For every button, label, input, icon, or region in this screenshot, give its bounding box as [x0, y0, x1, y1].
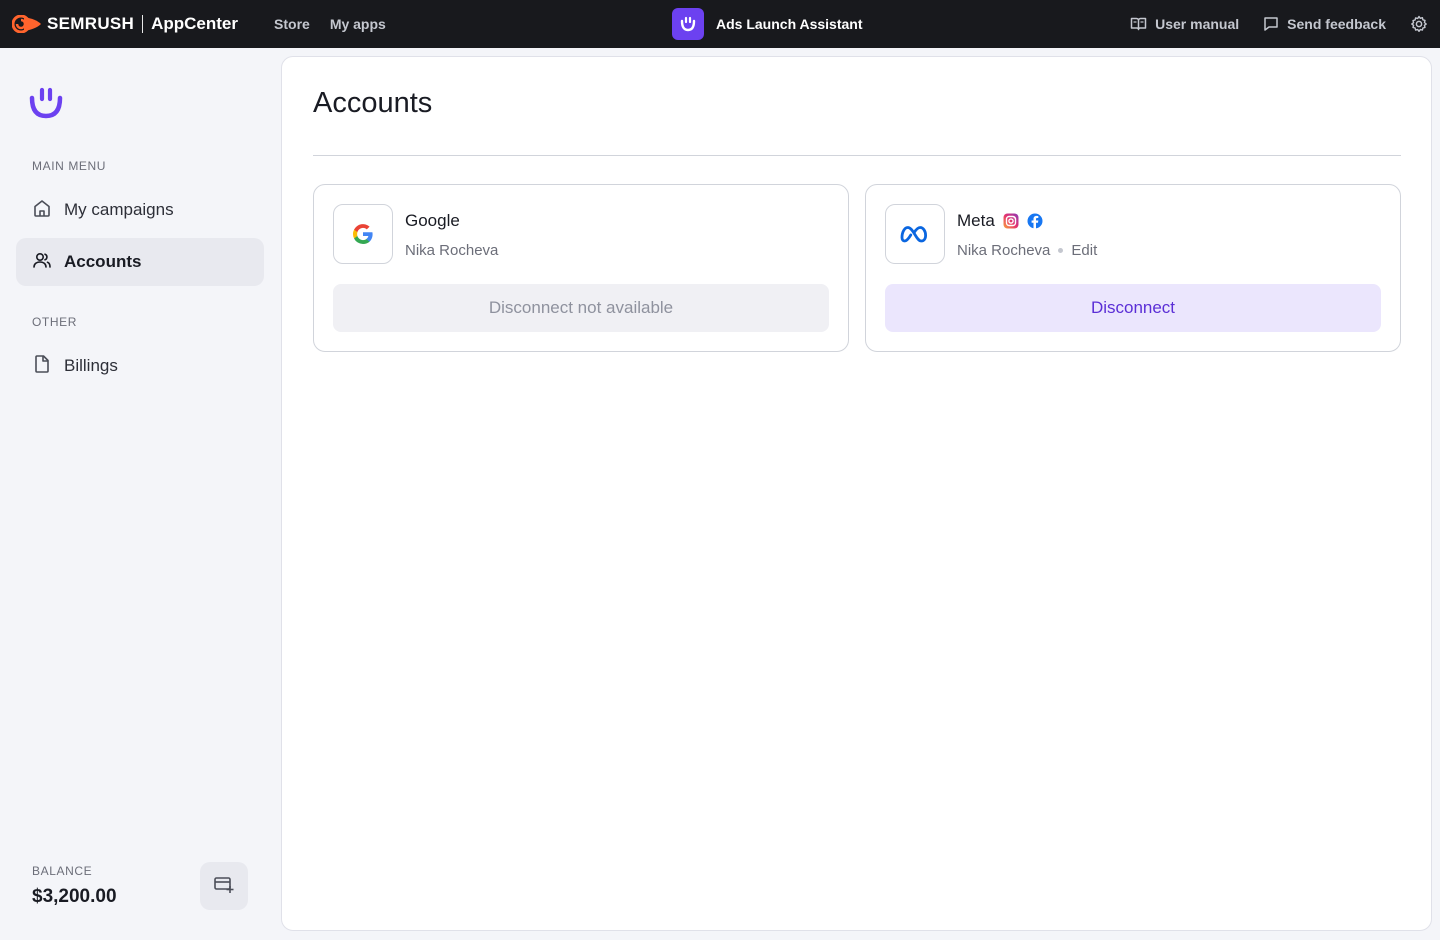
balance-value: $3,200.00 — [32, 886, 117, 907]
sidebar: MAIN MENU My campaigns Accounts OTHER Bi… — [0, 48, 280, 940]
meta-disconnect-button[interactable]: Disconnect — [885, 284, 1381, 332]
sidebar-item-my-campaigns[interactable]: My campaigns — [16, 186, 264, 234]
app-header: Ads Launch Assistant — [672, 8, 863, 40]
sidebar-item-billings[interactable]: Billings — [16, 342, 264, 390]
send-feedback-link[interactable]: Send feedback — [1263, 16, 1386, 32]
meta-account-owner: Nika Rocheva — [957, 242, 1051, 259]
meta-account-card: Meta Nika Rocheva Edit Disconnect — [865, 184, 1401, 352]
account-owner: Nika Rocheva — [405, 242, 498, 259]
home-icon — [32, 198, 52, 223]
brand-app-name: AppCenter — [151, 14, 239, 33]
semrush-logo-icon — [12, 14, 44, 34]
facebook-icon — [1027, 213, 1043, 229]
top-right-actions: User manual Send feedback — [1130, 0, 1428, 48]
user-manual-link[interactable]: User manual — [1130, 16, 1239, 32]
sidebar-item-accounts[interactable]: Accounts — [16, 238, 264, 286]
app-title: Ads Launch Assistant — [716, 16, 863, 32]
meta-edit-link[interactable]: Edit — [1071, 242, 1097, 259]
chat-icon — [1263, 16, 1279, 32]
balance-label: BALANCE — [32, 864, 93, 878]
nav-my-apps-link[interactable]: My apps — [330, 16, 386, 32]
other-heading: OTHER — [32, 315, 77, 329]
app-logo-icon — [672, 8, 704, 40]
app-smile-logo-icon[interactable] — [28, 86, 64, 125]
user-manual-label: User manual — [1155, 16, 1240, 32]
main-menu-heading: MAIN MENU — [32, 159, 107, 173]
google-account-card: Google Nika Rocheva Disconnect not avail… — [313, 184, 849, 352]
top-nav: Store My apps — [274, 16, 386, 32]
sidebar-item-label: My campaigns — [64, 200, 174, 219]
sidebar-item-label: Billings — [64, 356, 118, 375]
google-account-owner: Nika Rocheva — [405, 242, 499, 259]
account-name: Google — [405, 211, 460, 231]
document-icon — [32, 354, 52, 379]
google-account-title: Google — [405, 211, 460, 230]
users-icon — [32, 250, 52, 275]
card-add-icon — [213, 874, 235, 899]
main-panel: Accounts Google Nika Rocheva Disconnect … — [281, 56, 1432, 931]
account-name: Meta — [957, 211, 1043, 231]
account-owner: Nika Rocheva Edit — [957, 242, 1097, 259]
sidebar-item-label: Accounts — [64, 252, 142, 271]
google-logo-icon — [333, 204, 393, 264]
instagram-icon — [1003, 213, 1019, 229]
title-divider — [313, 155, 1401, 156]
brand-name: SEMRUSH — [47, 14, 135, 33]
meta-logo-icon — [885, 204, 945, 264]
top-up-balance-button[interactable] — [200, 862, 248, 910]
book-icon — [1130, 16, 1147, 32]
settings-button[interactable] — [1410, 15, 1428, 33]
google-disconnect-button: Disconnect not available — [333, 284, 829, 332]
top-bar: SEMRUSH AppCenter Store My apps Ads Laun… — [0, 0, 1440, 48]
separator-dot — [1058, 248, 1064, 253]
nav-store-link[interactable]: Store — [274, 16, 310, 32]
page-title: Accounts — [313, 87, 433, 119]
meta-account-title: Meta — [957, 211, 995, 230]
semrush-brand[interactable]: SEMRUSH AppCenter — [12, 0, 238, 48]
brand-separator — [142, 15, 144, 33]
send-feedback-label: Send feedback — [1287, 16, 1386, 32]
gear-icon — [1410, 15, 1428, 33]
